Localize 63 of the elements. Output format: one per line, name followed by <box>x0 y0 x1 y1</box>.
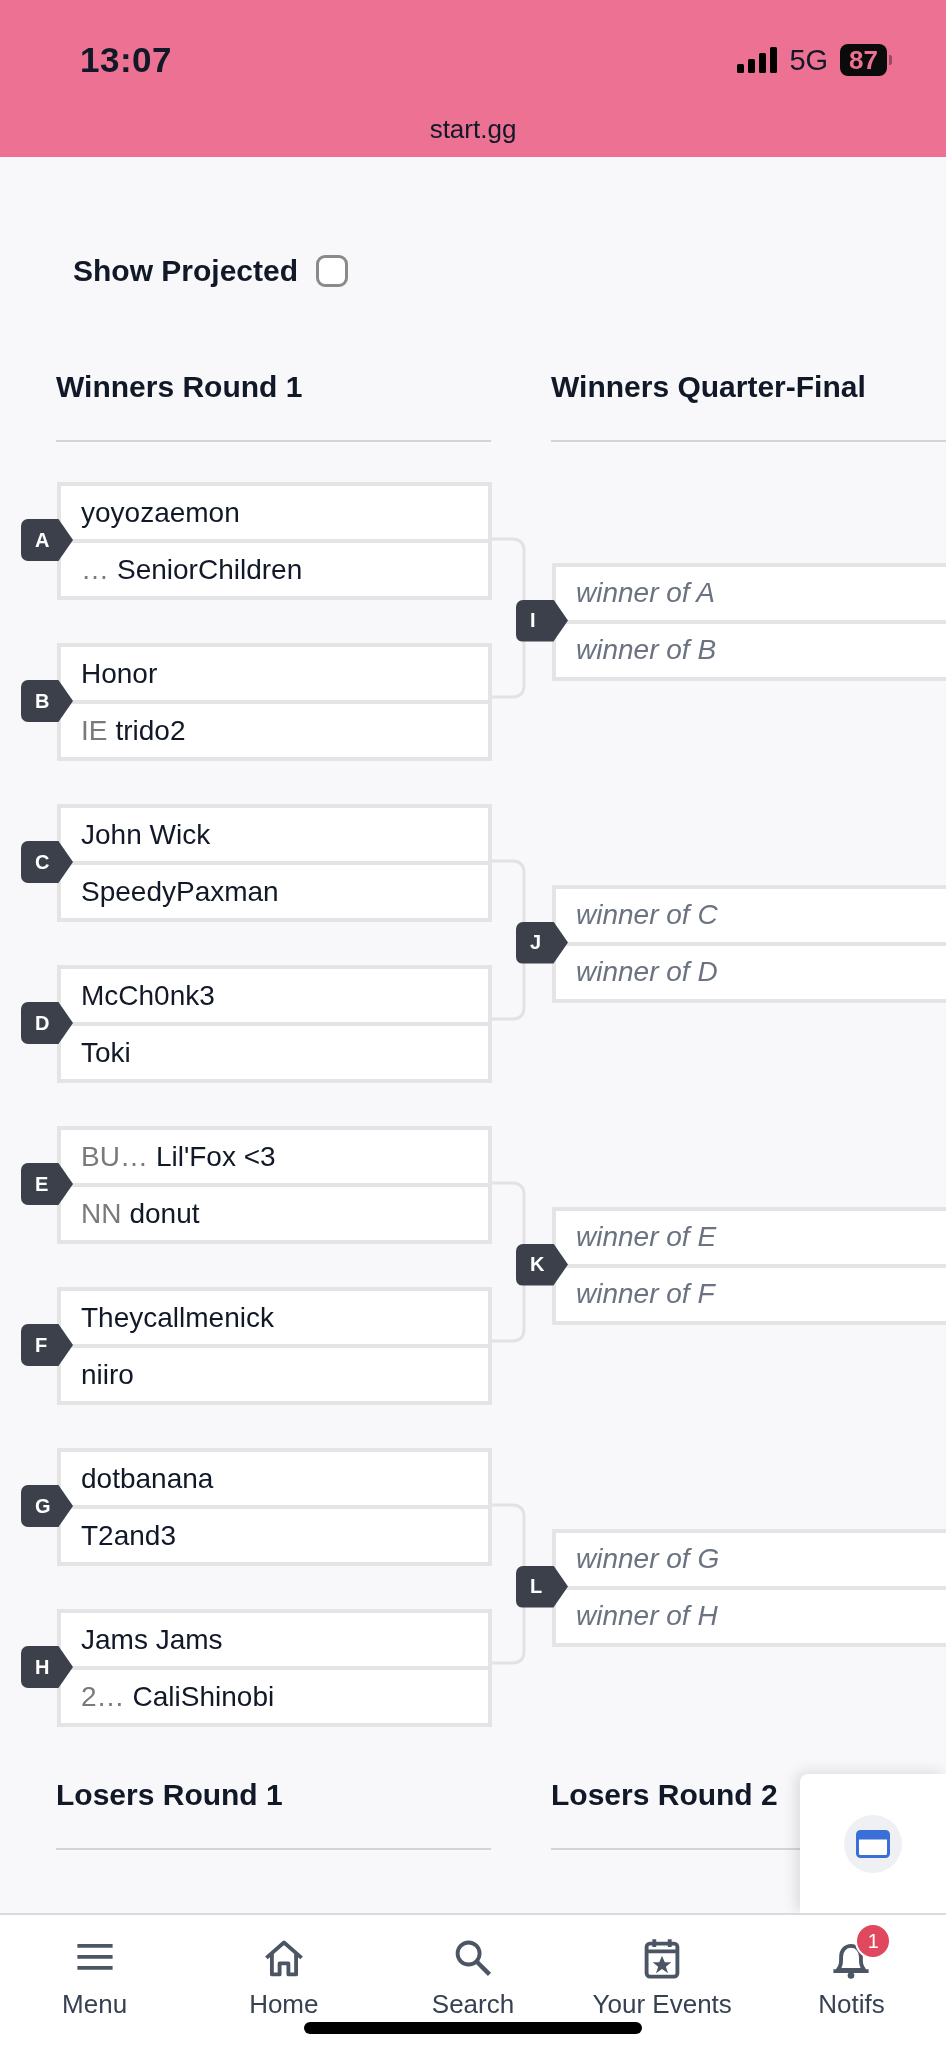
team-prefix: 2… <box>81 1680 125 1713</box>
match-card[interactable]: winner of A winner of B <box>552 562 946 681</box>
projected-entrant: winner of C <box>576 899 718 931</box>
nav-tab[interactable]: Search <box>378 1915 568 2048</box>
player-name: SeniorChildren <box>117 553 303 586</box>
nav-label: Your Events <box>592 1989 732 2020</box>
player-name: Lil'Fox <3 <box>155 1140 276 1173</box>
player-name: trido2 <box>115 714 186 747</box>
battery-level: 87 <box>840 44 887 76</box>
signal-icon <box>737 47 778 73</box>
player-name: yoyozaemon <box>81 496 240 529</box>
nav-tab[interactable]: Home <box>189 1915 379 2048</box>
match-card[interactable]: winner of C winner of D <box>552 884 946 1003</box>
projected-entrant: winner of B <box>576 634 717 666</box>
player-name: donut <box>129 1197 200 1230</box>
match-card[interactable]: winner of G winner of H <box>552 1528 946 1647</box>
window-icon <box>856 1829 890 1858</box>
player-name: McCh0nk3 <box>81 979 215 1012</box>
player-name: dotbanana <box>81 1462 214 1495</box>
round-heading: Winners Round 1 <box>56 367 491 442</box>
address-bar-url[interactable]: start.gg <box>0 114 946 145</box>
notification-count: 1 <box>855 1923 892 1959</box>
match-card[interactable]: Honor IE trido2 <box>57 643 492 761</box>
player-name: Theycallmenick <box>81 1301 274 1334</box>
nav-label: Menu <box>62 1989 128 2020</box>
projected-entrant: winner of H <box>576 1600 718 1632</box>
match-card[interactable]: John Wick SpeedyPaxman <box>57 804 492 922</box>
nav-label: Home <box>249 1989 319 2020</box>
team-prefix: NN <box>81 1197 122 1230</box>
player-name: T2and3 <box>81 1519 176 1552</box>
match-card[interactable]: yoyozaemon … SeniorChildren <box>57 482 492 600</box>
nav-tab[interactable]: Your Events <box>567 1915 757 2048</box>
round-heading: Winners Quarter-Final <box>551 367 946 442</box>
projected-entrant: winner of E <box>576 1221 717 1253</box>
player-name: SpeedyPaxman <box>81 875 279 908</box>
show-projected-checkbox[interactable] <box>316 255 349 287</box>
player-name: Honor <box>81 657 158 690</box>
network-type: 5G <box>789 43 829 77</box>
projected-entrant: winner of F <box>576 1278 715 1310</box>
clock-time: 13:07 <box>80 40 173 80</box>
match-card[interactable]: BU… Lil'Fox <3 NN donut <box>57 1126 492 1244</box>
player-name: Jams Jams <box>81 1623 223 1656</box>
nav-label: Notifs <box>818 1989 885 2020</box>
player-name: John Wick <box>81 818 211 851</box>
match-card[interactable]: McCh0nk3 Toki <box>57 965 492 1083</box>
team-prefix: IE <box>81 714 108 747</box>
match-card[interactable]: Jams Jams 2… CaliShinobi <box>57 1609 492 1727</box>
nav-tab[interactable]: Menu <box>0 1915 190 2048</box>
match-card[interactable]: Theycallmenick niiro <box>57 1287 492 1405</box>
nav-label: Search <box>431 1989 515 2020</box>
round-heading: Losers Round 1 <box>56 1775 491 1850</box>
match-card[interactable]: winner of E winner of F <box>552 1206 946 1325</box>
match-card[interactable]: dotbanana T2and3 <box>57 1448 492 1566</box>
player-name: niiro <box>81 1358 134 1391</box>
projected-entrant: winner of D <box>576 956 718 988</box>
player-name: Toki <box>81 1036 131 1069</box>
player-name: CaliShinobi <box>132 1680 275 1713</box>
team-prefix: BU… <box>81 1140 148 1173</box>
nav-tab[interactable]: 1 Notifs <box>756 1915 946 2048</box>
projected-entrant: winner of A <box>576 577 716 609</box>
team-prefix: … <box>81 553 109 586</box>
show-projected-label: Show Projected <box>73 254 299 288</box>
projected-entrant: winner of G <box>576 1543 720 1575</box>
